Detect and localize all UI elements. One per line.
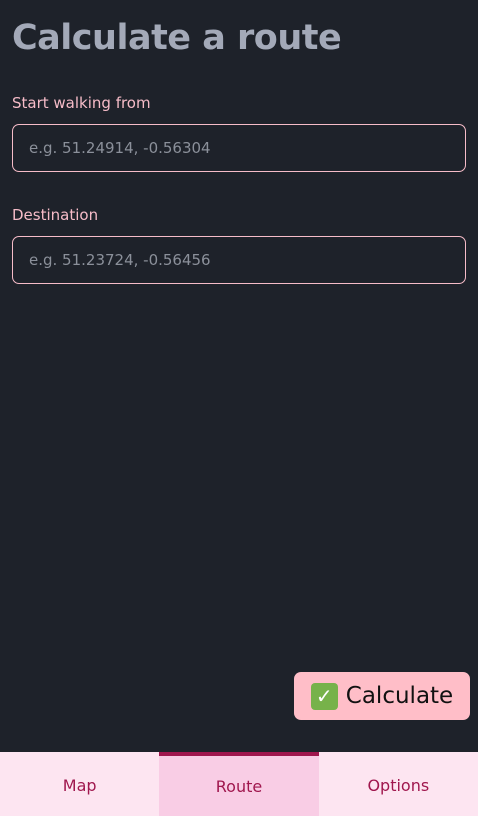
start-input[interactable]	[12, 124, 466, 172]
page-title: Calculate a route	[12, 18, 342, 58]
tab-route[interactable]: Route	[159, 752, 319, 816]
bottom-nav: Map Route Options	[0, 752, 478, 816]
tab-options[interactable]: Options	[318, 752, 478, 816]
start-label: Start walking from	[12, 94, 151, 112]
tab-map[interactable]: Map	[0, 752, 160, 816]
calculate-label: Calculate	[345, 683, 454, 709]
calculate-button[interactable]: ✓ Calculate	[294, 672, 470, 720]
destination-input[interactable]	[12, 236, 466, 284]
check-mark-icon: ✓	[310, 682, 338, 710]
destination-label: Destination	[12, 206, 99, 224]
